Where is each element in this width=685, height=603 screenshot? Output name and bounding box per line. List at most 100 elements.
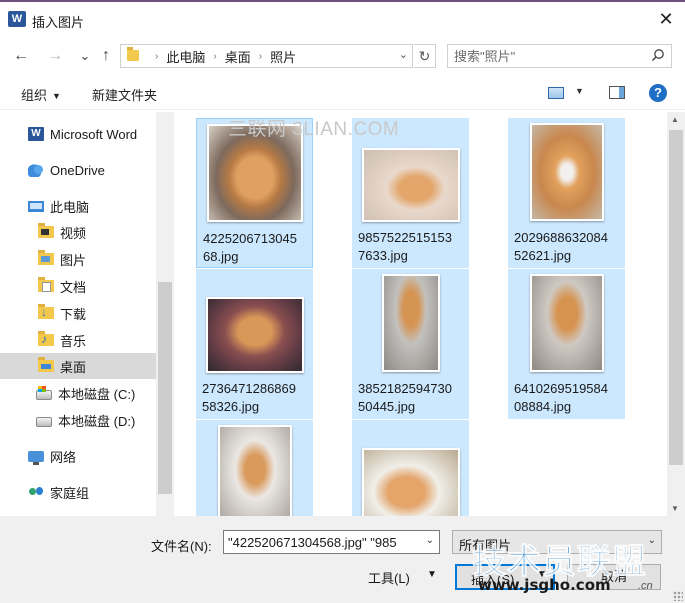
file-name: 2029688632084 52621.jpg (514, 230, 608, 263)
file-item[interactable]: 2736471286869 58326.jpg (196, 269, 313, 419)
sidebar-item-label: 网络 (50, 449, 77, 465)
search-box[interactable] (447, 44, 672, 68)
chevron-down-icon[interactable]: ⌄ (648, 535, 656, 546)
new-folder-button[interactable]: 新建文件夹 (92, 85, 157, 104)
sidebar-item-label: 本地磁盘 (D:) (58, 413, 136, 429)
recent-locations-button[interactable]: ⌄ (76, 47, 94, 65)
sidebar-item-videos[interactable]: 视频 (0, 219, 156, 245)
cancel-button[interactable]: 取消 (567, 564, 661, 590)
filename-label: 文件名(N): (151, 539, 212, 554)
forward-button[interactable]: → (46, 47, 64, 65)
filename-input[interactable] (228, 534, 418, 551)
search-icon[interactable] (651, 48, 665, 62)
sidebar-item-label: 家庭组 (50, 485, 90, 501)
sidebar-item-label: 此电脑 (50, 199, 90, 215)
drive-icon (36, 416, 52, 427)
sidebar-item-label: 本地磁盘 (C:) (58, 386, 136, 402)
homegroup-icon (28, 485, 44, 499)
sidebar-item-label: 文档 (60, 279, 87, 295)
organize-button[interactable]: 组织 ▼ (21, 85, 61, 104)
sidebar-item-pictures[interactable]: 图片 (0, 246, 156, 272)
sidebar-item-music[interactable]: 音乐 (0, 327, 156, 353)
sidebar-scrollbar-thumb[interactable] (158, 282, 172, 494)
folder-icon (127, 47, 139, 61)
insert-options-caret-icon[interactable]: ▼ (537, 569, 547, 580)
windows-drive-icon (36, 385, 52, 400)
sidebar-item-label: 下载 (60, 306, 87, 322)
view-options-caret-icon[interactable]: ▼ (575, 86, 584, 96)
onedrive-icon (28, 163, 44, 177)
file-item[interactable]: 6410269519584 08884.jpg (508, 269, 625, 419)
breadcrumb-separator: › (258, 50, 263, 62)
up-button[interactable]: ↑ (97, 47, 115, 65)
file-name: 9857522515153 7633.jpg (358, 230, 452, 263)
back-button[interactable]: ← (12, 47, 30, 65)
computer-icon (28, 200, 44, 212)
documents-folder-icon (38, 277, 54, 292)
organize-label: 组织 (21, 88, 48, 103)
file-list-scrollbar[interactable]: ▲ ▼ (667, 112, 685, 516)
file-item[interactable]: 2029688632084 52621.jpg (508, 118, 625, 268)
image-thumbnail (361, 148, 460, 222)
sidebar-item-label: 视频 (60, 225, 87, 241)
command-bar: 组织 ▼ 新建文件夹 ▼ ? (0, 76, 685, 110)
file-type-select[interactable]: 所有图片 ⌄ (452, 530, 662, 554)
sidebar-item-onedrive[interactable]: OneDrive (0, 157, 156, 183)
image-thumbnail (529, 274, 604, 372)
breadcrumb-separator: › (155, 50, 159, 62)
window-title: 插入图片 (32, 15, 85, 30)
insert-button[interactable]: 插入(S) ▼ (455, 564, 555, 590)
breadcrumb-separator: › (213, 50, 217, 62)
sidebar-scrollbar[interactable] (156, 112, 174, 516)
file-item[interactable]: 3852182594730 50445.jpg (352, 269, 469, 419)
sidebar-item-microsoft-word[interactable]: W Microsoft Word (0, 121, 156, 147)
desktop-folder-icon (38, 357, 54, 372)
sidebar-item-homegroup[interactable]: 家庭组 (0, 479, 156, 505)
resize-grip-icon[interactable] (673, 591, 683, 601)
watermark-text: 三联网 3LIAN.COM (228, 119, 400, 140)
breadcrumb: › 此电脑 › 桌面 › 照片 (147, 45, 296, 67)
pictures-folder-icon (38, 250, 54, 265)
chevron-down-icon[interactable]: ⌄ (399, 48, 408, 61)
filename-combobox[interactable]: ⌄ (223, 530, 440, 554)
downloads-folder-icon (38, 304, 54, 319)
breadcrumb-photos[interactable]: 照片 (270, 47, 296, 66)
sidebar-item-local-disk-c[interactable]: 本地磁盘 (C:) (0, 380, 156, 406)
sidebar-item-label: OneDrive (50, 162, 105, 178)
sidebar-item-label: 音乐 (60, 333, 87, 349)
scroll-down-icon[interactable]: ▼ (671, 504, 679, 513)
file-list-scrollbar-thumb[interactable] (669, 130, 683, 465)
file-name: 3852182594730 50445.jpg (358, 381, 452, 414)
image-thumbnail (205, 297, 304, 373)
sidebar-item-local-disk-d[interactable]: 本地磁盘 (D:) (0, 407, 156, 433)
sidebar-item-label: 图片 (60, 252, 87, 268)
image-thumbnail (361, 448, 460, 516)
address-bar[interactable]: › 此电脑 › 桌面 › 照片 ⌄ (120, 44, 413, 68)
word-icon: W (28, 127, 44, 141)
sidebar-item-network[interactable]: 网络 (0, 443, 156, 469)
file-item[interactable] (196, 420, 313, 516)
word-app-icon: W (8, 11, 26, 27)
change-view-icon[interactable] (548, 87, 564, 99)
sidebar-item-documents[interactable]: 文档 (0, 273, 156, 299)
sidebar-item-this-pc[interactable]: 此电脑 (0, 193, 156, 219)
scroll-up-icon[interactable]: ▲ (671, 115, 679, 124)
sidebar-item-downloads[interactable]: 下载 (0, 300, 156, 326)
sidebar-item-label: 桌面 (60, 359, 87, 375)
sidebar-item-desktop[interactable]: 桌面 (0, 353, 156, 379)
search-input[interactable] (454, 47, 644, 65)
breadcrumb-this-pc[interactable]: 此电脑 (166, 47, 205, 66)
file-name: 6410269519584 08884.jpg (514, 381, 608, 414)
help-icon[interactable]: ? (649, 84, 667, 102)
refresh-button[interactable]: ↻ (414, 44, 436, 68)
file-name: 2736471286869 58326.jpg (202, 381, 296, 414)
preview-pane-icon[interactable] (609, 86, 625, 99)
tools-caret-icon[interactable]: ▼ (427, 569, 437, 580)
tools-button[interactable]: 工具(L) (368, 568, 410, 587)
file-type-value: 所有图片 (459, 538, 512, 553)
close-button[interactable]: ✕ (653, 6, 679, 32)
file-item[interactable] (352, 420, 469, 516)
chevron-down-icon[interactable]: ⌄ (426, 535, 434, 546)
breadcrumb-desktop[interactable]: 桌面 (225, 47, 251, 66)
file-list[interactable]: 4225206713045 68.jpg 9857522515153 7633.jp… (176, 112, 667, 516)
